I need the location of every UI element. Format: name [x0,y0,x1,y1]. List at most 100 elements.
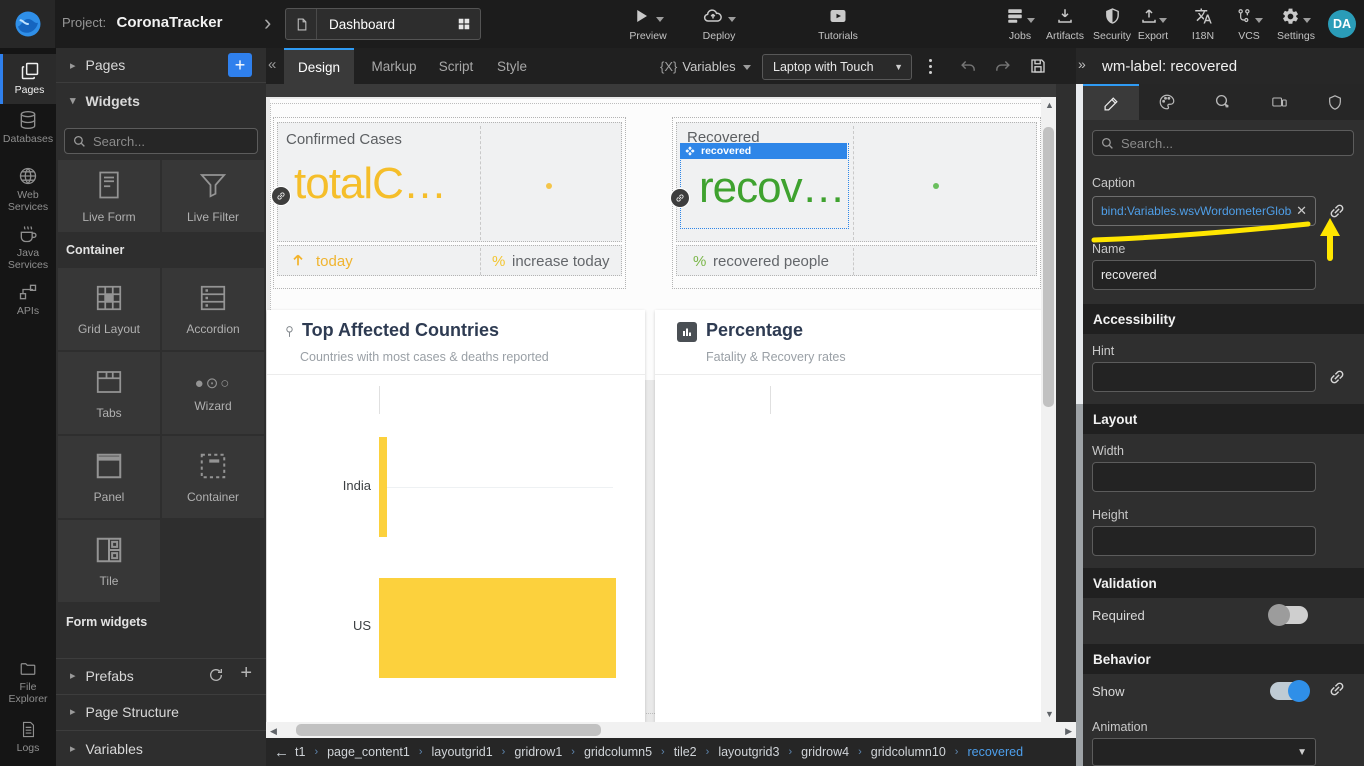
sidebar-item-file-explorer[interactable]: File Explorer [0,660,56,705]
selection-badge[interactable]: recovered [680,143,847,159]
undo-icon[interactable] [954,54,982,78]
collapse-left-panel-icon[interactable]: « [268,56,276,73]
animation-select[interactable]: ▼ [1092,738,1316,766]
tab-events[interactable] [1195,84,1251,120]
scroll-up-icon[interactable]: ▲ [1045,100,1054,110]
export-button[interactable]: Export [1130,5,1176,42]
hscroll-thumb[interactable] [296,724,601,736]
variables-section-header[interactable]: ▸ Variables [56,730,266,766]
bind-property-link-icon[interactable] [1328,368,1346,386]
tab-design[interactable]: Design [284,48,354,84]
settings-button[interactable]: Settings [1270,5,1322,42]
section-accessibility[interactable]: Accessibility [1083,304,1364,334]
section-layout[interactable]: Layout [1083,404,1364,434]
properties-search-input[interactable]: Search... [1092,130,1354,156]
back-arrow-icon[interactable]: ← [274,744,289,761]
tile-confirmed-body[interactable]: Confirmed Cases totalC… [277,122,622,242]
device-selector[interactable]: Laptop with Touch ▼ [762,54,912,80]
tile-confirmed-footer[interactable]: today % increase today [277,245,622,276]
save-icon[interactable] [1024,54,1052,78]
recovered-value-label[interactable]: recov… [699,163,845,213]
bind-property-link-icon[interactable] [1328,680,1346,698]
footer-recovered-label[interactable]: recovered people [713,253,829,270]
bind-link-icon[interactable] [671,189,689,207]
properties-scrollbar[interactable] [1076,84,1083,766]
tab-markup[interactable]: Markup [362,48,426,84]
bar-india[interactable] [379,437,387,537]
refresh-icon[interactable] [208,667,224,683]
section-validation[interactable]: Validation [1083,568,1364,598]
tab-devices[interactable] [1251,84,1307,120]
tab-style[interactable]: Style [486,48,538,84]
footer-today-label[interactable]: today [316,253,353,270]
breadcrumb-item[interactable]: layoutgrid3 [718,745,779,759]
breadcrumb-item[interactable]: gridrow4 [801,745,849,759]
tile-recovered-body[interactable]: Recovered recovered recov… [676,122,1037,242]
sidebar-item-web-services[interactable]: Web Services [0,166,56,213]
jobs-button[interactable]: Jobs [995,5,1045,42]
page-structure-section-header[interactable]: ▸ Page Structure [56,694,266,728]
grid-icon[interactable] [457,17,471,31]
add-prefab-icon[interactable]: + [240,662,252,685]
widget-tile[interactable]: Tile [58,520,160,602]
user-avatar[interactable]: DA [1328,10,1356,38]
security-button[interactable]: Security [1088,5,1136,42]
show-toggle[interactable] [1270,682,1308,700]
widgets-section-header[interactable]: ▾ Widgets [56,82,266,118]
page-tab[interactable]: Dashboard [285,8,481,40]
widget-container[interactable]: Container [162,436,264,518]
widget-grid-layout[interactable]: Grid Layout [58,268,160,350]
tab-styles[interactable] [1139,84,1195,120]
sidebar-item-java-services[interactable]: Java Services [0,224,56,271]
breadcrumb-item[interactable]: page_content1 [327,745,410,759]
prefabs-section-header[interactable]: ▸ Prefabs + [56,658,266,692]
breadcrumb-item[interactable]: gridcolumn5 [584,745,652,759]
panel-top-affected[interactable]: Top Affected Countries Countries with mo… [267,310,645,722]
tab-properties[interactable] [1083,84,1139,120]
confirmed-value-label[interactable]: totalC… [294,159,446,209]
name-field[interactable]: recovered [1092,260,1316,290]
tile-confirmed[interactable]: Confirmed Cases totalC… today % increase… [273,117,626,289]
widget-live-form[interactable]: Live Form [58,160,160,232]
sidebar-item-apis[interactable]: APIs [0,282,56,317]
widget-accordion[interactable]: Accordion [162,268,264,350]
widget-live-filter[interactable]: Live Filter [162,160,264,232]
width-field[interactable] [1092,462,1316,492]
required-toggle[interactable] [1270,606,1308,624]
collapse-right-panel-icon[interactable]: » [1078,56,1086,72]
preview-button[interactable]: Preview [618,5,678,42]
vcs-button[interactable]: VCS [1227,5,1271,42]
widget-tabs[interactable]: Tabs [58,352,160,434]
breadcrumb-item[interactable]: tile2 [674,745,697,759]
redo-icon[interactable] [988,54,1016,78]
more-menu-icon[interactable] [922,54,938,78]
widget-wizard[interactable]: ●⊙○ Wizard [162,352,264,434]
breadcrumb-item[interactable]: layoutgrid1 [432,745,493,759]
footer-increase-label[interactable]: increase today [512,253,610,270]
variables-dropdown[interactable]: {X} Variables [660,48,751,84]
section-behavior[interactable]: Behavior [1083,644,1364,674]
hint-field[interactable] [1092,362,1316,392]
sidebar-item-pages[interactable]: Pages [0,54,56,104]
bar-us[interactable] [379,578,616,678]
app-logo[interactable] [0,0,55,48]
breadcrumb-item-active[interactable]: recovered [967,745,1023,759]
clear-icon[interactable]: ✕ [1296,203,1307,219]
scroll-down-icon[interactable]: ▼ [1045,709,1054,719]
scroll-right-icon[interactable]: ▶ [1065,726,1072,737]
widget-panel[interactable]: Panel [58,436,160,518]
panel-percentage[interactable]: Percentage Fatality & Recovery rates [655,310,1050,722]
bind-link-icon[interactable] [272,187,290,205]
caption-field[interactable]: bind:Variables.wsvWordometerGlobal.c ✕ [1092,196,1316,226]
vscroll-thumb[interactable] [1043,127,1054,407]
sidebar-item-databases[interactable]: Databases [0,110,56,145]
deploy-button[interactable]: Deploy [689,5,749,42]
move-icon[interactable] [685,146,695,156]
tile-recovered[interactable]: Recovered recovered recov… % recovered p… [672,117,1041,289]
tab-script[interactable]: Script [428,48,484,84]
widget-search-input[interactable]: Search... [64,128,258,154]
breadcrumb-item[interactable]: t1 [295,745,305,759]
canvas-hscrollbar[interactable]: ◀ ▶ [266,722,1076,738]
bind-property-link-icon[interactable] [1328,202,1346,220]
i18n-button[interactable]: I18N [1180,5,1226,42]
